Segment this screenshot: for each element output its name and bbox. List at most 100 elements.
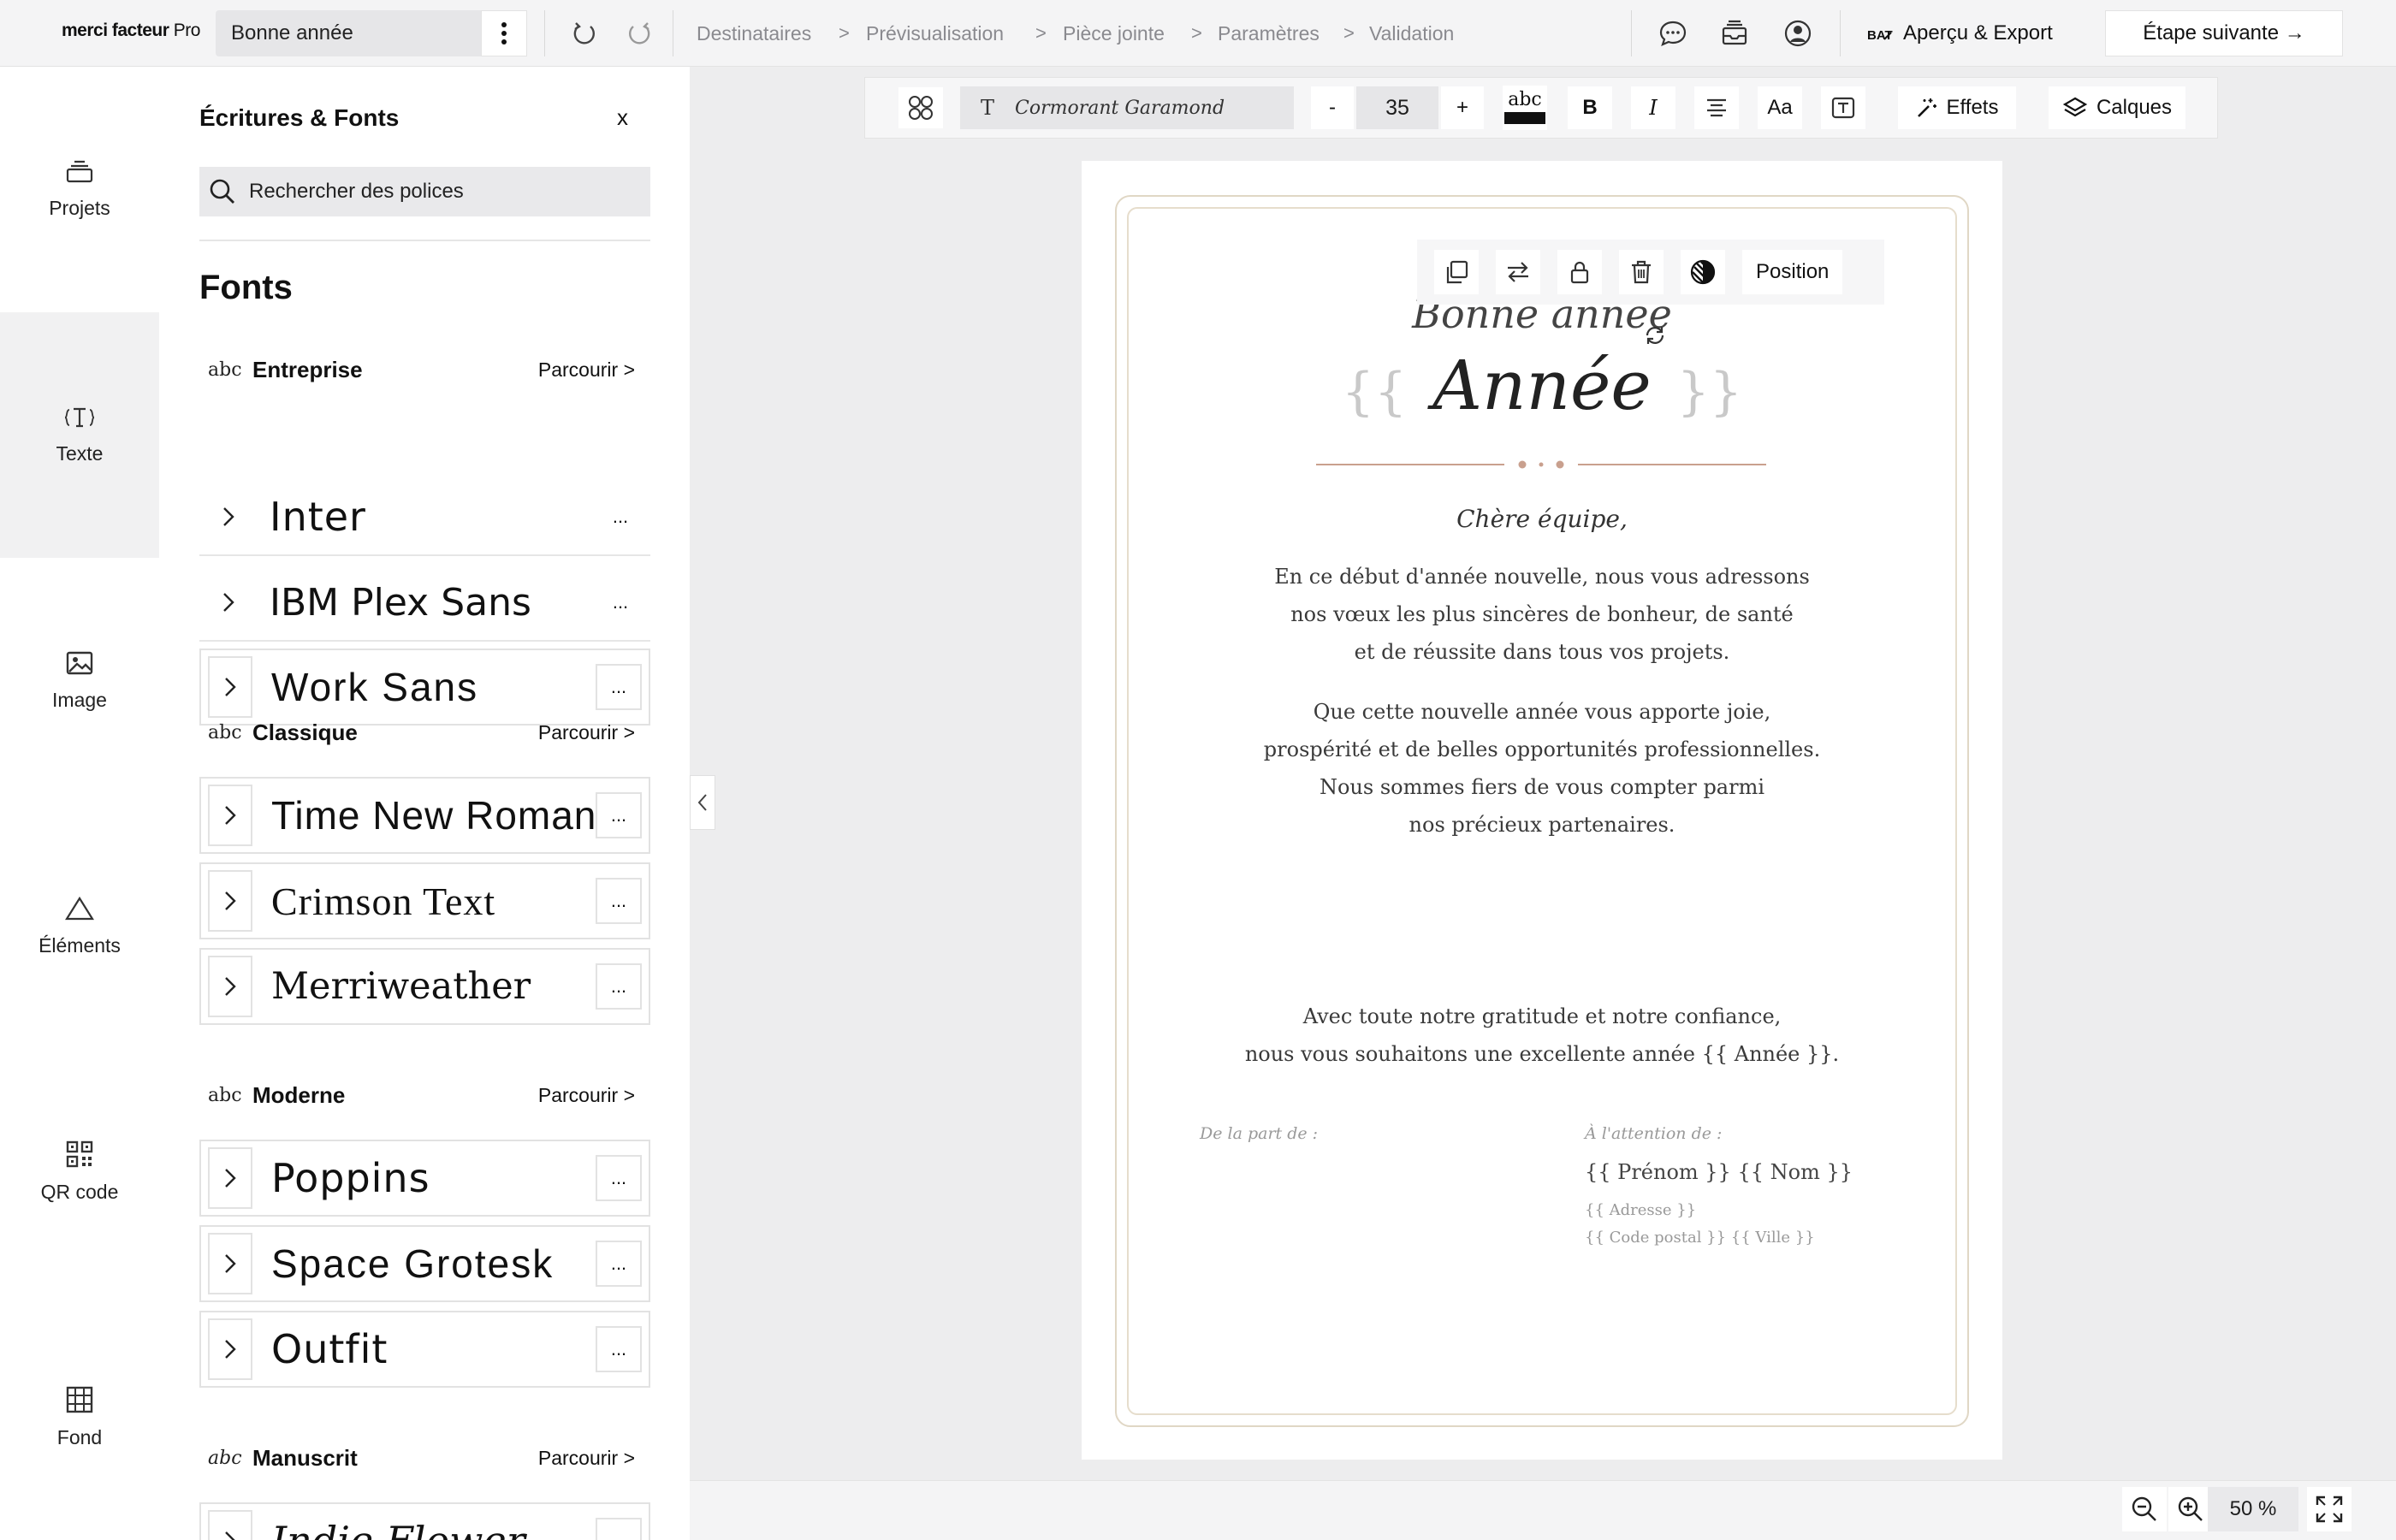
breadcrumb-step-piece-jointe[interactable]: Pièce jointe xyxy=(1063,22,1165,45)
breadcrumb-step-destinataires[interactable]: Destinataires xyxy=(697,22,811,45)
browse-link[interactable]: Parcourir > xyxy=(538,721,635,744)
font-more-button[interactable]: ... xyxy=(597,494,643,540)
expand-chevron[interactable] xyxy=(208,785,252,846)
recipient-address[interactable]: {{ Adresse }} xyxy=(1585,1201,1696,1219)
letter-title-line2[interactable]: {{ Année }} xyxy=(1181,346,1903,425)
font-item-inter[interactable]: Inter ... xyxy=(199,479,650,556)
bold-button[interactable]: B xyxy=(1568,86,1612,129)
expand-chevron[interactable] xyxy=(208,1318,252,1380)
font-search-input[interactable]: Rechercher des polices xyxy=(199,167,650,216)
rail-item-texte[interactable]: Texte xyxy=(0,312,159,558)
rail-label: QR code xyxy=(40,1181,119,1203)
text-case-button[interactable]: Aa xyxy=(1758,86,1802,129)
font-more-button[interactable]: ... xyxy=(596,1241,642,1287)
close-panel-button[interactable]: x xyxy=(617,104,628,131)
from-label[interactable]: De la part de : xyxy=(1200,1124,1318,1143)
italic-button[interactable]: I xyxy=(1631,86,1675,129)
font-more-button[interactable]: ... xyxy=(596,792,642,838)
font-family-select[interactable]: T Cormorant Garamond xyxy=(960,86,1294,129)
fullscreen-button[interactable] xyxy=(2307,1487,2352,1531)
chat-button[interactable] xyxy=(1650,10,1696,56)
document-menu-button[interactable] xyxy=(481,10,527,56)
zoom-level[interactable]: 50 % xyxy=(2208,1487,2298,1531)
font-more-button[interactable]: ... xyxy=(596,1326,642,1372)
export-button[interactable]: BAT Aperçu & Export xyxy=(1855,10,2064,56)
browse-link[interactable]: Parcourir > xyxy=(538,358,635,382)
redo-button[interactable] xyxy=(616,10,662,56)
document-name-field[interactable]: Bonne année xyxy=(216,10,481,56)
lock-button[interactable] xyxy=(1557,250,1602,294)
rail-label: Texte xyxy=(56,442,104,465)
expand-chevron[interactable] xyxy=(206,486,251,548)
font-item-outfit[interactable]: Outfit ... xyxy=(199,1311,650,1388)
font-more-button[interactable]: ... xyxy=(596,963,642,1010)
font-more-button[interactable]: ... xyxy=(596,1518,642,1540)
app-logo[interactable]: merci facteur Pro xyxy=(62,21,200,41)
expand-chevron[interactable] xyxy=(208,956,252,1017)
flip-button[interactable] xyxy=(1496,250,1540,294)
rail-item-elements[interactable]: Éléments xyxy=(0,803,159,1049)
rail-item-qr-code[interactable]: QR code xyxy=(0,1049,159,1294)
zoom-in-button[interactable] xyxy=(2168,1487,2213,1531)
breadcrumb-step-parametres[interactable]: Paramètres xyxy=(1218,22,1320,45)
expand-chevron[interactable] xyxy=(206,572,251,633)
breadcrumb-step-validation[interactable]: Validation xyxy=(1369,22,1454,45)
salutation[interactable]: Chère équipe, xyxy=(1181,505,1903,533)
next-step-button[interactable]: Étape suivante → xyxy=(2105,10,2343,56)
to-label[interactable]: À l'attention de : xyxy=(1585,1124,1722,1143)
delete-button[interactable] xyxy=(1619,250,1664,294)
rail-item-image[interactable]: Image xyxy=(0,558,159,803)
font-item-space-grotesk[interactable]: Space Grotesk ... xyxy=(199,1225,650,1302)
expand-chevron[interactable] xyxy=(208,1510,252,1540)
font-more-button[interactable]: ... xyxy=(596,664,642,710)
chat-icon xyxy=(1659,21,1687,46)
font-item-indie-flower[interactable]: Indie Flower ... xyxy=(199,1502,650,1540)
collapse-panel-button[interactable] xyxy=(690,775,715,830)
text-frame-button[interactable] xyxy=(1821,86,1865,129)
expand-chevron[interactable] xyxy=(208,1233,252,1294)
font-item-merriweather[interactable]: Merriweather ... xyxy=(199,948,650,1025)
browse-link[interactable]: Parcourir > xyxy=(538,1447,635,1470)
position-button[interactable]: Position xyxy=(1742,250,1843,294)
font-item-crimson-text[interactable]: Crimson Text ... xyxy=(199,862,650,939)
grid-layout-button[interactable] xyxy=(898,87,943,128)
recipient-name[interactable]: {{ Prénom }} {{ Nom }} xyxy=(1585,1160,1853,1184)
expand-chevron[interactable] xyxy=(208,656,252,718)
paragraph-line: Que cette nouvelle année vous apporte jo… xyxy=(1313,700,1771,724)
effects-button[interactable]: Effets xyxy=(1898,86,2016,129)
increase-size-button[interactable]: + xyxy=(1441,86,1484,129)
layers-button[interactable]: Calques xyxy=(2049,86,2185,129)
font-item-time-new-roman[interactable]: Time New Roman ... xyxy=(199,777,650,854)
font-size-input[interactable]: 35 xyxy=(1356,86,1438,129)
recipient-city[interactable]: {{ Code postal }} {{ Ville }} xyxy=(1585,1229,1815,1247)
font-more-button[interactable]: ... xyxy=(596,878,642,924)
expand-chevron[interactable] xyxy=(208,870,252,932)
undo-button[interactable] xyxy=(561,10,608,56)
font-more-button[interactable]: ... xyxy=(597,579,643,625)
duplicate-button[interactable] xyxy=(1434,250,1479,294)
browse-link[interactable]: Parcourir > xyxy=(538,1084,635,1107)
account-button[interactable] xyxy=(1775,10,1821,56)
inbox-button[interactable] xyxy=(1711,10,1758,56)
paragraph-2[interactable]: Que cette nouvelle année vous apporte jo… xyxy=(1181,693,1903,844)
rail-item-fond[interactable]: Fond xyxy=(0,1294,159,1540)
decrease-size-button[interactable]: - xyxy=(1311,86,1354,129)
expand-chevron[interactable] xyxy=(208,1147,252,1209)
paragraph-1[interactable]: En ce début d'année nouvelle, nous vous … xyxy=(1181,558,1903,671)
zoom-out-button[interactable] xyxy=(2122,1487,2167,1531)
font-item-poppins[interactable]: Poppins ... xyxy=(199,1140,650,1217)
rail-item-projets[interactable]: Projets xyxy=(0,67,159,312)
bat-icon: BAT xyxy=(1867,28,1893,43)
title-year-variable: Année xyxy=(1432,346,1652,425)
breadcrumb-step-previsualisation[interactable]: Prévisualisation xyxy=(866,22,1004,45)
opacity-button[interactable] xyxy=(1681,250,1725,294)
category-name: Classique xyxy=(252,719,358,745)
font-item-work-sans[interactable]: Work Sans ... xyxy=(199,649,650,726)
text-color-button[interactable]: abc xyxy=(1503,86,1547,130)
rotate-handle[interactable] xyxy=(1643,323,1667,347)
align-button[interactable] xyxy=(1694,86,1739,129)
font-item-ibm-plex-sans[interactable]: IBM Plex Sans ... xyxy=(199,565,650,642)
closing-paragraph[interactable]: Avec toute notre gratitude et notre conf… xyxy=(1181,998,1903,1073)
font-more-button[interactable]: ... xyxy=(596,1155,642,1201)
opacity-icon xyxy=(1690,259,1716,285)
